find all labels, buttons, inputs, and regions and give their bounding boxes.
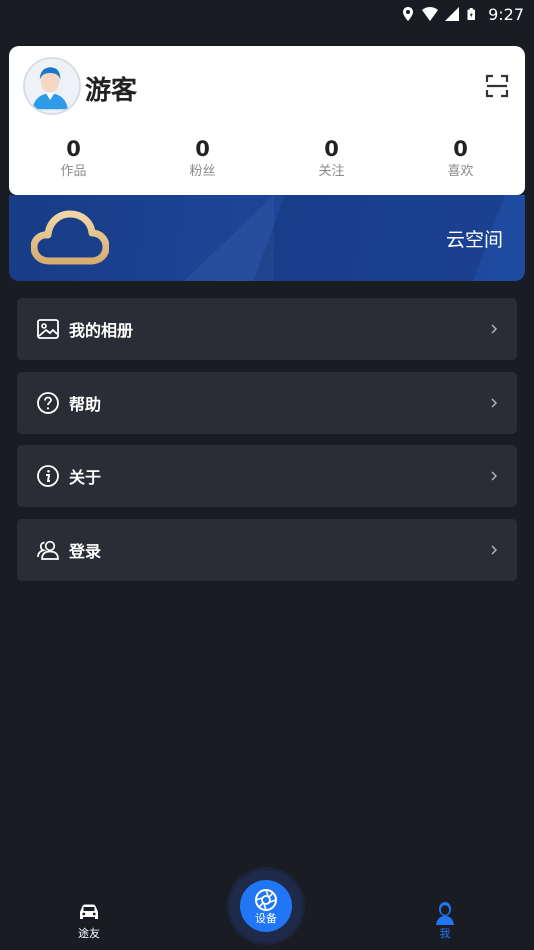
tab-me[interactable]: 我: [415, 900, 475, 942]
users-icon: [37, 540, 59, 560]
menu-item-help[interactable]: 帮助: [17, 372, 517, 434]
person-icon: [436, 902, 454, 925]
stat-label: 喜欢: [447, 164, 474, 179]
stat-value: 0: [66, 137, 81, 161]
stat-value: 0: [453, 137, 468, 161]
avatar-person-icon: [25, 59, 76, 110]
profile-stats: 0 作品 0 粉丝 0 关注 0 喜欢: [9, 136, 525, 186]
stat-label: 关注: [318, 164, 345, 179]
battery-icon: [467, 8, 476, 20]
shutter-icon: [255, 888, 277, 911]
cloud-space-banner[interactable]: 云空间: [9, 195, 525, 281]
menu-label: 登录: [69, 542, 102, 561]
car-icon: [80, 904, 98, 919]
help-icon: [37, 392, 59, 414]
device-button[interactable]: 设备: [240, 880, 292, 932]
status-bar: 9:27: [0, 0, 534, 28]
menu-item-my-album[interactable]: 我的相册: [17, 298, 517, 360]
stat-value: 0: [324, 137, 339, 161]
stat-label: 作品: [60, 164, 87, 179]
menu-label: 关于: [69, 468, 102, 487]
tab-label: 我: [439, 927, 451, 940]
avatar[interactable]: [23, 57, 81, 115]
wifi-icon: [422, 7, 439, 21]
chevron-right-icon: [491, 545, 498, 555]
stat-fans[interactable]: 0 粉丝: [138, 136, 267, 186]
signal-icon: [445, 7, 460, 21]
username: 游客: [85, 76, 138, 106]
scan-icon[interactable]: [485, 74, 509, 98]
stat-likes[interactable]: 0 喜欢: [396, 136, 525, 186]
location-icon: [403, 7, 414, 21]
chevron-right-icon: [491, 471, 498, 481]
stat-label: 粉丝: [189, 164, 216, 179]
cloud-icon: [31, 210, 109, 265]
stat-following[interactable]: 0 关注: [267, 136, 396, 186]
profile-card: 游客 0 作品 0 粉丝 0 关注 0 喜欢: [9, 46, 525, 195]
menu-item-about[interactable]: 关于: [17, 445, 517, 507]
menu-item-login[interactable]: 登录: [17, 519, 517, 581]
info-icon: [37, 465, 59, 487]
image-icon: [37, 319, 59, 339]
tab-label: 途友: [78, 927, 100, 940]
tab-friends[interactable]: 途友: [59, 900, 119, 942]
device-label: 设备: [255, 911, 277, 925]
stat-value: 0: [195, 137, 210, 161]
chevron-right-icon: [491, 398, 498, 408]
cloud-space-label: 云空间: [445, 229, 503, 251]
menu-label: 我的相册: [69, 321, 134, 340]
chevron-right-icon: [491, 324, 498, 334]
stat-works[interactable]: 0 作品: [9, 136, 138, 186]
status-time: 9:27: [488, 4, 524, 24]
menu-label: 帮助: [69, 395, 102, 414]
